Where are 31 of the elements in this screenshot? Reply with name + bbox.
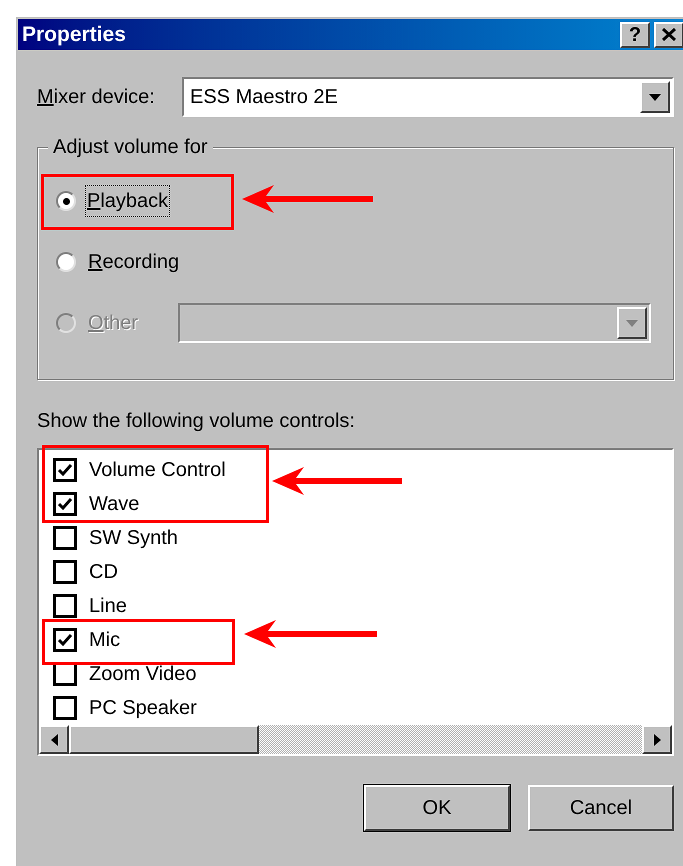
scroll-thumb[interactable] [69,725,259,754]
close-button[interactable] [654,22,683,48]
help-button[interactable]: ? [620,22,650,48]
check-icon [58,634,72,646]
list-item[interactable]: SW Synth [53,521,672,555]
list-item[interactable]: Wave [53,487,672,521]
list-item[interactable]: Line [53,589,672,623]
list-item[interactable]: Volume Control [53,453,672,487]
horizontal-scrollbar[interactable] [39,725,672,754]
mixer-device-dropdown[interactable]: ESS Maestro 2E [182,77,674,117]
mixer-device-label: Mixer device: [37,85,156,110]
check-icon [58,498,72,510]
window-title: Properties [22,22,127,48]
radio-option[interactable]: Recording [56,247,182,277]
list-item[interactable]: Zoom Video [53,657,672,691]
right-arrow-icon [654,734,660,746]
dialog-button[interactable]: Cancel [528,785,674,831]
close-icon [662,28,676,41]
list-item[interactable]: PC Speaker [53,691,672,725]
caret-icon [649,94,661,100]
controls-label: Show the following volume controls: [37,409,356,434]
left-arrow-icon [50,734,58,746]
list-item[interactable]: Mic [53,623,672,657]
list-item[interactable]: CD [53,555,672,589]
check-icon [58,464,72,476]
caret-icon [626,320,638,326]
radio-option[interactable]: Playback [56,186,170,216]
scroll-left-button[interactable] [39,725,69,754]
scroll-right-button[interactable] [642,725,672,754]
dialog-button[interactable]: OK [364,785,510,831]
dropdown-button[interactable] [640,81,670,113]
